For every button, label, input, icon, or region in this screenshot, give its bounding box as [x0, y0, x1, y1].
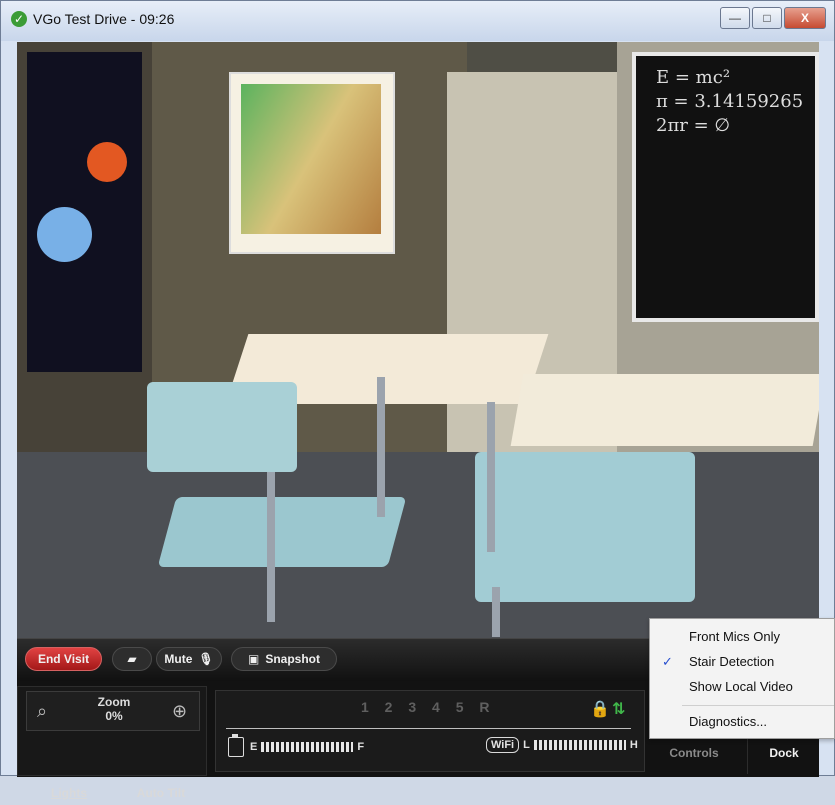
- battery-icon: [228, 734, 244, 757]
- window-title: VGo Test Drive - 09:26: [33, 11, 175, 27]
- wifi-right-label: H: [629, 739, 638, 751]
- battery-meter: E F: [228, 734, 365, 757]
- maximize-label: □: [763, 11, 771, 25]
- menu-separator: [682, 705, 834, 706]
- chair-left-seat: [157, 497, 407, 567]
- wifi-meter: WiFi L H: [486, 737, 638, 753]
- auto-tilt-button[interactable]: Auto Tilt: [126, 781, 196, 805]
- dock-label: Dock: [769, 746, 799, 760]
- snapshot-label: Snapshot: [265, 652, 320, 666]
- wifi-label: WiFi: [486, 737, 520, 753]
- close-button[interactable]: X: [784, 7, 826, 29]
- poster-planet-icon: [87, 142, 127, 182]
- mute-label: Mute: [164, 652, 193, 666]
- lights-button[interactable]: Lights: [36, 781, 102, 805]
- menu-item-diagnostics[interactable]: Diagnostics...: [650, 710, 834, 734]
- wifi-level-bars: [533, 740, 626, 750]
- chair-leg: [267, 472, 275, 622]
- auto-tilt-label: Auto Tilt: [136, 786, 186, 800]
- menu-item-label: Stair Detection: [689, 654, 775, 669]
- menu-item-label: Diagnostics...: [689, 714, 768, 729]
- zoom-label-block: Zoom 0%: [91, 695, 137, 723]
- camera-snapshot-icon: ▣: [247, 652, 260, 666]
- battery-right-label: F: [357, 741, 365, 753]
- chair-right: [475, 452, 695, 602]
- chair-leg: [492, 587, 500, 637]
- chalkboard: E = mc² π = 3.14159265 2πr = ∅: [632, 52, 819, 322]
- menu-item-label: Front Mics Only: [689, 629, 781, 644]
- zoom-value: 0%: [105, 709, 123, 723]
- floor-scene: [17, 452, 819, 638]
- app-window: ✓ VGo Test Drive - 09:26 — □ X E = mc² π …: [0, 0, 835, 800]
- title-bar: ✓ VGo Test Drive - 09:26 — □ X: [1, 1, 834, 41]
- options-menu: Front Mics Only Stair Detection Show Loc…: [649, 618, 835, 739]
- end-visit-label: End Visit: [37, 652, 90, 666]
- signal-arrows-icon: ⇅: [612, 701, 626, 718]
- poster-earth-icon: [37, 207, 92, 262]
- zoom-control: ⌕ Zoom 0% ⊕: [26, 691, 200, 731]
- zoom-out-icon[interactable]: ⌕: [37, 701, 47, 722]
- zoom-title: Zoom: [97, 695, 131, 709]
- desk-leg: [377, 377, 385, 517]
- battery-left-label: E: [250, 741, 258, 753]
- desk-right: [510, 374, 819, 446]
- wifi-left-label: L: [523, 739, 530, 751]
- maximize-button[interactable]: □: [752, 7, 782, 29]
- minimize-button[interactable]: —: [720, 7, 750, 29]
- camera-icon: ▰: [127, 652, 137, 666]
- status-panel: 1 2 3 4 5 R 🔒 ⇅ E F WiFi L H: [215, 690, 645, 772]
- battery-level-bars: [261, 742, 354, 752]
- status-divider: [226, 728, 631, 729]
- desk-leg: [487, 402, 495, 552]
- map-image: [241, 84, 381, 234]
- zoom-panel: ⌕ Zoom 0% ⊕ Lights Auto Tilt: [17, 686, 207, 800]
- v-logo-icon: ✓: [11, 11, 27, 27]
- menu-item-front-mics-only[interactable]: Front Mics Only: [650, 625, 834, 649]
- space-poster: [27, 52, 142, 372]
- chalkboard-writing: E = mc² π = 3.14159265 2πr = ∅: [656, 67, 804, 136]
- video-feed: E = mc² π = 3.14159265 2πr = ∅: [17, 42, 819, 638]
- end-visit-button[interactable]: End Visit: [25, 647, 102, 671]
- close-label: X: [800, 11, 809, 25]
- lights-label: Lights: [51, 786, 87, 800]
- lock-icon: 🔒: [590, 701, 610, 718]
- controls-label: Controls: [669, 746, 719, 760]
- gear-indicators: 1 2 3 4 5 R: [361, 699, 496, 715]
- chair-left-back: [147, 382, 297, 472]
- wall-map: [229, 72, 395, 254]
- menu-item-label: Show Local Video: [689, 679, 793, 694]
- zoom-in-icon[interactable]: ⊕: [172, 701, 187, 722]
- menu-item-show-local-video[interactable]: Show Local Video: [650, 675, 834, 699]
- menu-item-stair-detection[interactable]: Stair Detection: [650, 650, 834, 674]
- microphone-icon: 🎙: [198, 652, 214, 666]
- snapshot-button[interactable]: ▣ Snapshot: [231, 647, 337, 671]
- camera-button[interactable]: ▰: [112, 647, 152, 671]
- window-controls: — □ X: [720, 7, 826, 29]
- mute-button[interactable]: Mute 🎙: [156, 647, 222, 671]
- minimize-label: —: [729, 11, 741, 25]
